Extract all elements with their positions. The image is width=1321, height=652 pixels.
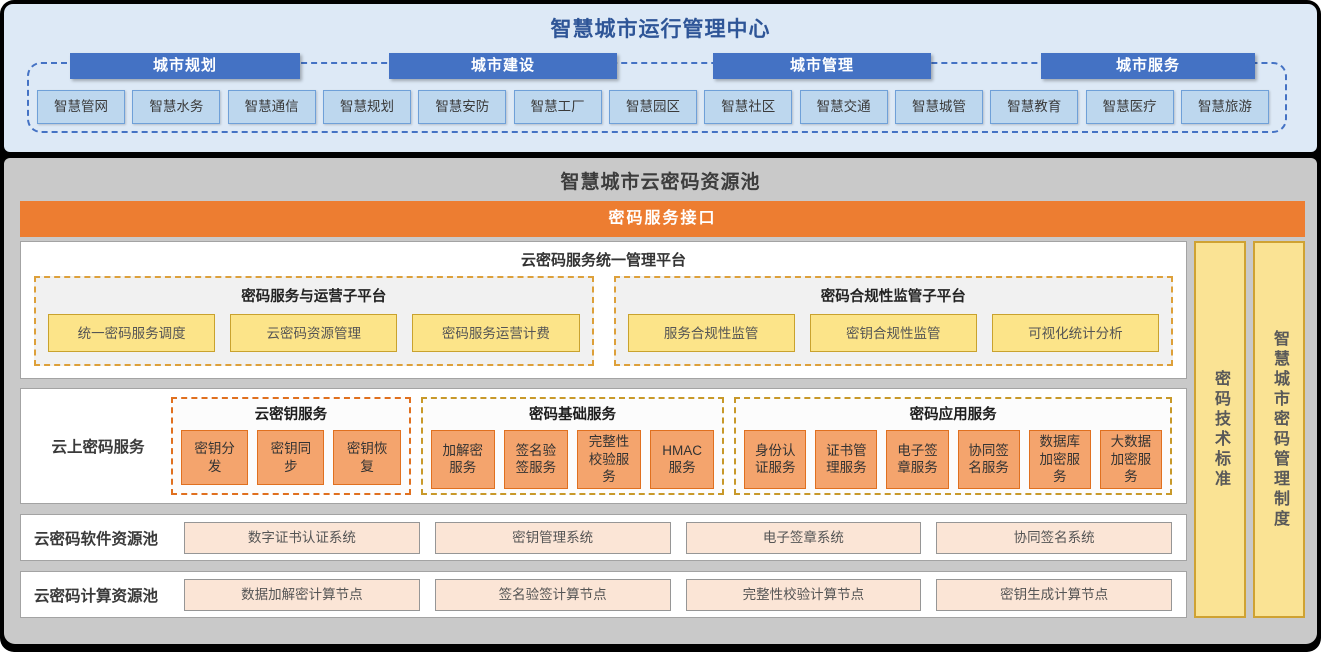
subplatform-items: 服务合规性监管 密钥合规性监管 可视化统计分析 <box>628 314 1160 352</box>
app-box-park: 智慧园区 <box>609 90 697 124</box>
item-bigdata-encryption: 大数据加密服务 <box>1100 430 1162 489</box>
app-box-water: 智慧水务 <box>132 90 220 124</box>
pool-main-column: 云密码服务统一管理平台 密码服务与运营子平台 统一密码服务调度 云密码资源管理 … <box>20 241 1187 618</box>
group-items: 身份认证服务 证书管理服务 电子签章服务 协同签名服务 数据库加密服务 大数据加… <box>744 430 1162 489</box>
crypto-basic-service-title: 密码基础服务 <box>431 403 715 424</box>
service-groups: 云密钥服务 密钥分发 密钥同步 密钥恢复 密码基础服务 加解密服务 <box>171 397 1172 495</box>
item-unified-scheduling: 统一密码服务调度 <box>48 314 215 352</box>
item-database-encryption: 数据库加密服务 <box>1029 430 1091 489</box>
app-box-planning: 智慧规划 <box>323 90 411 124</box>
item-key-sync: 密钥同步 <box>257 430 324 485</box>
app-box-factory: 智慧工厂 <box>514 90 602 124</box>
category-bar-service: 城市服务 <box>1041 53 1255 79</box>
crypto-service-interface-bar: 密码服务接口 <box>20 201 1305 237</box>
item-service-compliance: 服务合规性监管 <box>628 314 795 352</box>
top-title: 智慧城市运行管理中心 <box>4 4 1317 43</box>
item-collaborative-sign-system: 协同签名系统 <box>936 522 1172 554</box>
app-box-education: 智慧教育 <box>990 90 1078 124</box>
category-bar-management: 城市管理 <box>713 53 931 79</box>
item-resource-management: 云密码资源管理 <box>230 314 397 352</box>
cloud-crypto-services-panel: 云上密码服务 云密钥服务 密钥分发 密钥同步 密钥恢复 密码基础服务 <box>20 388 1187 504</box>
pool-content: 云密码服务统一管理平台 密码服务与运营子平台 统一密码服务调度 云密码资源管理 … <box>20 241 1305 618</box>
item-hmac: HMAC服务 <box>650 430 714 489</box>
item-e-seal: 电子签章服务 <box>886 430 948 489</box>
category-bar-planning: 城市规划 <box>70 53 300 79</box>
compute-resource-pool: 云密码计算资源池 数据加解密计算节点 签名验签计算节点 完整性校验计算节点 密钥… <box>20 571 1187 618</box>
item-identity-auth: 身份认证服务 <box>744 430 806 489</box>
compliance-supervision-subplatform-title: 密码合规性监管子平台 <box>628 285 1160 306</box>
crypto-application-service-group: 密码应用服务 身份认证服务 证书管理服务 电子签章服务 协同签名服务 数据库加密… <box>734 397 1172 495</box>
app-box-urban-mgmt: 智慧城管 <box>895 90 983 124</box>
compliance-supervision-subplatform: 密码合规性监管子平台 服务合规性监管 密钥合规性监管 可视化统计分析 <box>614 276 1174 366</box>
item-key-management-system: 密钥管理系统 <box>435 522 671 554</box>
crypto-application-service-title: 密码应用服务 <box>744 403 1162 424</box>
category-bar-construction: 城市建设 <box>389 53 617 79</box>
service-operation-subplatform: 密码服务与运营子平台 统一密码服务调度 云密码资源管理 密码服务运营计费 <box>34 276 594 366</box>
app-box-community: 智慧社区 <box>704 90 792 124</box>
item-visual-statistics: 可视化统计分析 <box>992 314 1159 352</box>
group-items: 密钥分发 密钥同步 密钥恢复 <box>181 430 401 485</box>
crypto-pool-panel: 智慧城市云密码资源池 密码服务接口 云密码服务统一管理平台 密码服务与运营子平台… <box>4 158 1317 644</box>
app-box-medical: 智慧医疗 <box>1086 90 1174 124</box>
item-key-recovery: 密钥恢复 <box>333 430 400 485</box>
item-digital-cert-system: 数字证书认证系统 <box>184 522 420 554</box>
item-key-distribution: 密钥分发 <box>181 430 248 485</box>
subplatform-row: 密码服务与运营子平台 统一密码服务调度 云密码资源管理 密码服务运营计费 密码合… <box>34 276 1173 366</box>
item-encrypt-decrypt: 加解密服务 <box>431 430 495 489</box>
service-operation-subplatform-title: 密码服务与运营子平台 <box>48 285 580 306</box>
item-integrity-check: 完整性校验服务 <box>577 430 641 489</box>
app-box-telecom: 智慧通信 <box>228 90 316 124</box>
app-box-tourism: 智慧旅游 <box>1181 90 1269 124</box>
crypto-basic-service-group: 密码基础服务 加解密服务 签名验签服务 完整性校验服务 HMAC服务 <box>421 397 725 495</box>
item-sign-verify-compute-node: 签名验签计算节点 <box>435 579 671 611</box>
group-items: 加解密服务 签名验签服务 完整性校验服务 HMAC服务 <box>431 430 715 489</box>
item-keygen-compute-node: 密钥生成计算节点 <box>936 579 1172 611</box>
item-encrypt-compute-node: 数据加解密计算节点 <box>184 579 420 611</box>
unified-management-platform: 云密码服务统一管理平台 密码服务与运营子平台 统一密码服务调度 云密码资源管理 … <box>20 241 1187 379</box>
compute-resource-pool-label: 云密码计算资源池 <box>23 584 169 606</box>
item-sign-verify: 签名验签服务 <box>504 430 568 489</box>
diagram-frame: 智慧城市运行管理中心 城市规划 城市建设 城市管理 城市服务 智慧管网 智慧水务… <box>0 0 1321 652</box>
item-cert-management: 证书管理服务 <box>815 430 877 489</box>
app-box-pipeline: 智慧管网 <box>37 90 125 124</box>
cloud-crypto-services-label: 云上密码服务 <box>25 435 171 457</box>
subplatform-items: 统一密码服务调度 云密码资源管理 密码服务运营计费 <box>48 314 580 352</box>
item-e-seal-system: 电子签章系统 <box>686 522 922 554</box>
app-box-traffic: 智慧交通 <box>800 90 888 124</box>
crypto-management-regulations-bar: 智慧城市密码管理制度 <box>1253 241 1305 618</box>
cloud-key-service-title: 云密钥服务 <box>181 403 401 424</box>
item-key-compliance: 密钥合规性监管 <box>810 314 977 352</box>
crypto-tech-standards-bar: 密码技术标准 <box>1194 241 1246 618</box>
app-box-row: 智慧管网 智慧水务 智慧通信 智慧规划 智慧安防 智慧工厂 智慧园区 智慧社区 … <box>37 90 1269 124</box>
unified-management-platform-title: 云密码服务统一管理平台 <box>21 249 1186 270</box>
item-operation-billing: 密码服务运营计费 <box>412 314 579 352</box>
software-resource-pool: 云密码软件资源池 数字证书认证系统 密钥管理系统 电子签章系统 协同签名系统 <box>20 514 1187 561</box>
software-resource-pool-label: 云密码软件资源池 <box>23 527 169 549</box>
city-operation-panel: 智慧城市运行管理中心 城市规划 城市建设 城市管理 城市服务 智慧管网 智慧水务… <box>4 4 1317 152</box>
app-box-security: 智慧安防 <box>418 90 506 124</box>
pool-title: 智慧城市云密码资源池 <box>4 158 1317 194</box>
cloud-key-service-group: 云密钥服务 密钥分发 密钥同步 密钥恢复 <box>171 397 411 495</box>
item-collaborative-sign: 协同签名服务 <box>958 430 1020 489</box>
item-integrity-compute-node: 完整性校验计算节点 <box>686 579 922 611</box>
